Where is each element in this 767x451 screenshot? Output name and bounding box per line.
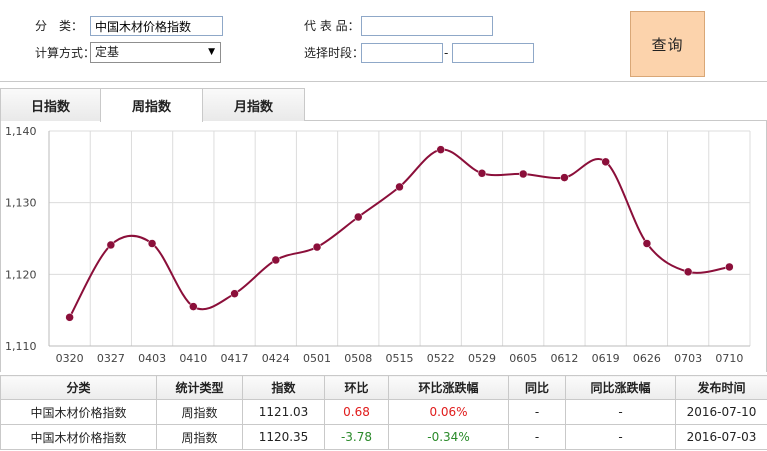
data-point <box>642 239 652 248</box>
table-row: 中国木材价格指数 周指数 1121.03 0.68 0.06% - - 2016… <box>0 399 767 425</box>
x-tick-label: 0619 <box>592 352 620 365</box>
index-tabs: 日指数 周指数 月指数 <box>0 88 767 122</box>
x-tick-label: 0605 <box>509 352 537 365</box>
x-tick-label: 0508 <box>344 352 372 365</box>
data-point <box>683 267 693 277</box>
line-chart-svg: 1,110 1,120 1,130 1,140 0320 0327 0403 0410 0417… <box>5 125 751 365</box>
y-tick-label: 1,130 <box>5 197 37 210</box>
data-point <box>106 240 116 250</box>
cell-yoy: - <box>508 399 566 425</box>
data-point <box>147 239 157 248</box>
col-header-mom-pct: 环比涨跌幅 <box>388 375 509 400</box>
col-header-type: 统计类型 <box>156 375 243 400</box>
x-tick-label: 0529 <box>468 352 496 365</box>
period-end-input[interactable] <box>452 43 534 63</box>
data-point <box>271 255 281 265</box>
data-point <box>477 169 487 178</box>
data-point <box>518 169 528 179</box>
col-header-yoy: 同比 <box>508 375 566 400</box>
x-tick-label: 0424 <box>262 352 290 365</box>
calc-method-value: 定基 <box>95 45 120 59</box>
x-tick-label: 0403 <box>138 352 166 365</box>
data-point <box>65 313 74 322</box>
tab-monthly-index[interactable]: 月指数 <box>202 88 305 121</box>
x-tick-label: 0522 <box>427 352 455 365</box>
x-tick-label: 0410 <box>179 352 207 365</box>
index-table: 分类 统计类型 指数 环比 环比涨跌幅 同比 同比涨跌幅 发布时间 中国木材价格… <box>0 375 767 450</box>
data-point <box>601 157 610 167</box>
col-header-category: 分类 <box>0 375 157 400</box>
data-point <box>312 242 322 252</box>
x-tick-label: 0417 <box>221 352 249 365</box>
cell-category: 中国木材价格指数 <box>0 399 157 425</box>
search-form: 分 类： 计算方式： 定基 ▼ 代 表 品： 选择时段： - 查询 <box>0 0 767 82</box>
cell-yoy: - <box>508 424 566 450</box>
cell-mom: -3.78 <box>324 424 389 450</box>
y-tick-label: 1,120 <box>5 268 37 281</box>
x-tick-label: 0710 <box>715 352 743 365</box>
cell-mom: 0.68 <box>324 399 389 425</box>
x-tick-label: 0515 <box>386 352 414 365</box>
product-input[interactable] <box>361 16 493 36</box>
product-label: 代 表 品： <box>304 19 360 33</box>
x-tick-label: 0703 <box>674 352 702 365</box>
period-label: 选择时段： <box>304 46 365 60</box>
table-row: 中国木材价格指数 周指数 1120.35 -3.78 -0.34% - - 20… <box>0 424 767 450</box>
cell-category: 中国木材价格指数 <box>0 424 157 450</box>
col-header-date: 发布时间 <box>675 375 767 400</box>
data-point <box>395 182 404 192</box>
data-point <box>354 212 363 222</box>
category-label: 分 类： <box>35 19 84 33</box>
dropdown-arrow-icon: ▼ <box>208 47 215 57</box>
tab-weekly-index[interactable]: 周指数 <box>100 88 203 122</box>
category-input[interactable] <box>90 16 223 36</box>
series-line <box>68 148 730 318</box>
calc-method-select[interactable]: 定基 ▼ <box>90 42 221 63</box>
tab-daily-index[interactable]: 日指数 <box>0 88 101 121</box>
period-start-input[interactable] <box>361 43 443 63</box>
calc-method-label: 计算方式： <box>35 46 96 60</box>
y-tick-label: 1,110 <box>5 340 37 353</box>
data-point <box>560 173 569 182</box>
cell-date: 2016-07-10 <box>675 399 767 425</box>
data-point <box>230 289 239 298</box>
period-separator: - <box>444 46 449 60</box>
data-point <box>725 262 734 272</box>
y-tick-label: 1,140 <box>5 125 37 138</box>
x-tick-label: 0327 <box>97 352 125 365</box>
table-header-row: 分类 统计类型 指数 环比 环比涨跌幅 同比 同比涨跌幅 发布时间 <box>0 375 767 400</box>
x-tick-label: 0320 <box>56 352 84 365</box>
x-tick-label: 0626 <box>633 352 661 365</box>
cell-date: 2016-07-03 <box>675 424 767 450</box>
cell-type: 周指数 <box>156 424 243 450</box>
cell-mom-pct: 0.06% <box>388 399 509 425</box>
cell-type: 周指数 <box>156 399 243 425</box>
col-header-index: 指数 <box>242 375 325 400</box>
cell-mom-pct: -0.34% <box>388 424 509 450</box>
cell-index: 1120.35 <box>242 424 325 450</box>
col-header-yoy-pct: 同比涨跌幅 <box>565 375 676 400</box>
data-point <box>189 302 198 311</box>
index-chart: 1,110 1,120 1,130 1,140 0320 0327 0403 0410 0417… <box>0 121 767 372</box>
data-point <box>436 145 445 154</box>
cell-yoy-pct: - <box>565 399 676 425</box>
cell-index: 1121.03 <box>242 399 325 425</box>
x-tick-label: 0501 <box>303 352 331 365</box>
col-header-mom: 环比 <box>324 375 389 400</box>
x-tick-label: 0612 <box>550 352 578 365</box>
cell-yoy-pct: - <box>565 424 676 450</box>
query-button[interactable]: 查询 <box>630 11 705 77</box>
